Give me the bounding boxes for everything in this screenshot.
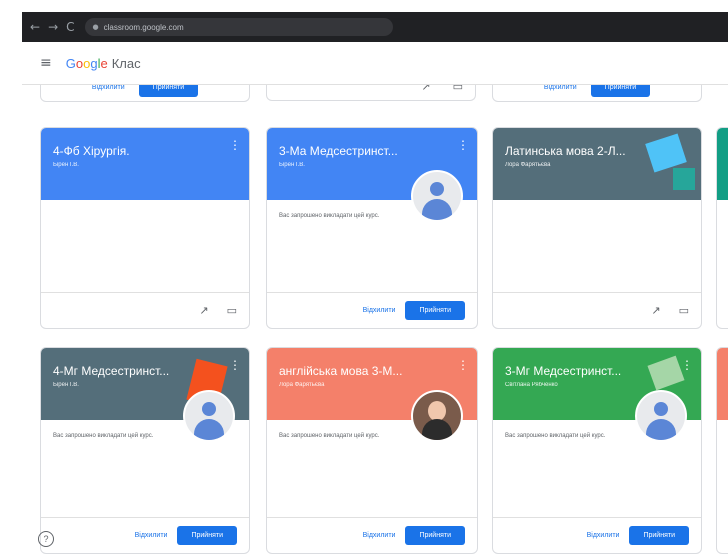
header-illustration bbox=[673, 168, 695, 190]
logo-letter: G bbox=[65, 55, 76, 71]
logo-letter: o bbox=[83, 55, 91, 71]
card-footer: ↗ ▭ bbox=[493, 292, 701, 328]
address-bar[interactable]: ● classroom.google.com bbox=[84, 18, 393, 36]
more-options-icon[interactable]: ⋮ bbox=[229, 358, 241, 372]
card-header bbox=[717, 348, 728, 420]
app-name: Клас bbox=[111, 55, 141, 71]
decline-button[interactable]: Відхилити bbox=[544, 85, 577, 91]
header-illustration bbox=[645, 133, 687, 173]
card-footer: Відхилити Прийняти bbox=[267, 517, 477, 553]
screen-bezel bbox=[0, 0, 22, 557]
class-title[interactable]: Латинська мова 2-Л... bbox=[505, 144, 655, 158]
forward-icon[interactable]: → bbox=[48, 20, 58, 34]
class-card[interactable]: Латинська мова 2-Л... Лора Фарятьєва ↗ ▭ bbox=[492, 127, 702, 329]
more-options-icon[interactable]: ⋮ bbox=[457, 358, 469, 372]
card-header: Латинська мова 2-Л... Лора Фарятьєва bbox=[493, 128, 701, 200]
trend-icon[interactable]: ↗ bbox=[421, 85, 430, 93]
accept-button[interactable]: Прийняти bbox=[177, 526, 237, 545]
class-grid: Відхилити Прийняти ↗ ▭ Відхилити Прийнят… bbox=[22, 85, 728, 557]
decline-button[interactable]: Відхилити bbox=[92, 85, 125, 91]
invite-text: Вас запрошено викладати цей курс. bbox=[53, 433, 154, 439]
class-title[interactable]: англійська мова 3-М... bbox=[279, 364, 429, 378]
class-teacher: Бірен І.В. bbox=[53, 162, 79, 168]
class-card[interactable]: 3-Ма Медсестринст... Бірен І.В. ⋮ Вас за… bbox=[266, 127, 478, 329]
accept-button[interactable]: Прийняти bbox=[405, 526, 465, 545]
card-footer: Відхилити Прийняти bbox=[41, 517, 249, 553]
help-icon[interactable]: ? bbox=[38, 531, 54, 547]
header-illustration bbox=[647, 355, 685, 391]
menu-icon[interactable]: ≡ bbox=[40, 55, 52, 71]
class-title[interactable]: 4-Мг Медсестринст... bbox=[53, 364, 203, 378]
class-teacher: Бірен І.В. bbox=[279, 162, 305, 168]
class-card[interactable]: 3-Мг Медсестринст... Світлана Рябченко ⋮… bbox=[492, 347, 702, 554]
decline-button[interactable]: Відхилити bbox=[363, 307, 396, 314]
url-text: classroom.google.com bbox=[103, 22, 184, 32]
class-title[interactable]: 3-Ма Медсестринст... bbox=[279, 144, 429, 158]
class-teacher: Лора Фарятьєва bbox=[505, 162, 551, 168]
decline-button[interactable]: Відхилити bbox=[587, 532, 620, 539]
class-card[interactable]: англійська мова 3-М... Лора Фарятьєва ⋮ … bbox=[266, 347, 478, 554]
card-footer: Відхилити Прийняти bbox=[267, 292, 477, 328]
class-teacher: Світлана Рябченко bbox=[505, 382, 558, 388]
decline-button[interactable]: Відхилити bbox=[363, 532, 396, 539]
class-teacher: Бірен І.В. bbox=[53, 382, 79, 388]
invite-text: Вас запрошено викладати цей курс. bbox=[279, 213, 380, 219]
more-options-icon[interactable]: ⋮ bbox=[681, 358, 693, 372]
app-logo[interactable]: Google Клас bbox=[66, 56, 141, 71]
class-card-partial[interactable] bbox=[716, 127, 728, 329]
card-header: 4-Фб Хірургія. Бірен І.В. ⋮ bbox=[41, 128, 249, 200]
app-header: ≡ Google Клас bbox=[22, 42, 728, 85]
card-header bbox=[717, 128, 728, 200]
accept-button[interactable]: Прийняти bbox=[405, 301, 465, 320]
more-options-icon[interactable]: ⋮ bbox=[457, 138, 469, 152]
class-teacher: Лора Фарятьєва bbox=[279, 382, 325, 388]
trend-icon[interactable]: ↗ bbox=[199, 304, 208, 317]
class-card[interactable]: 4-Мг Медсестринст... Бірен І.В. ⋮ Вас за… bbox=[40, 347, 250, 554]
invite-text: Вас запрошено викладати цей курс. bbox=[279, 433, 380, 439]
invite-text: Вас запрошено викладати цей курс. bbox=[505, 433, 606, 439]
logo-letter: e bbox=[100, 55, 108, 71]
reload-icon[interactable]: C bbox=[66, 20, 74, 34]
folder-icon[interactable]: ▭ bbox=[453, 85, 463, 93]
folder-icon[interactable]: ▭ bbox=[227, 304, 237, 317]
class-card[interactable]: 4-Фб Хірургія. Бірен І.В. ⋮ ↗ ▭ bbox=[40, 127, 250, 329]
logo-letter: o bbox=[75, 55, 84, 71]
back-icon[interactable]: ← bbox=[30, 20, 40, 34]
folder-icon[interactable]: ▭ bbox=[679, 304, 689, 317]
card-footer: Відхилити Прийняти bbox=[493, 517, 701, 553]
partial-card-footer: ↗ ▭ bbox=[266, 85, 476, 101]
class-title[interactable]: 4-Фб Хірургія. bbox=[53, 144, 203, 158]
class-card-partial[interactable] bbox=[716, 347, 728, 554]
trend-icon[interactable]: ↗ bbox=[651, 304, 660, 317]
class-title[interactable]: 3-Мг Медсестринст... bbox=[505, 364, 655, 378]
partial-card-footer: Відхилити Прийняти bbox=[40, 85, 250, 102]
browser-toolbar: ← → C ● classroom.google.com bbox=[22, 12, 728, 42]
logo-letter: g bbox=[90, 55, 98, 71]
lock-icon: ● bbox=[92, 23, 99, 31]
card-footer: ↗ ▭ bbox=[41, 292, 249, 328]
accept-button[interactable]: Прийняти bbox=[138, 85, 199, 97]
decline-button[interactable]: Відхилити bbox=[135, 532, 168, 539]
more-options-icon[interactable]: ⋮ bbox=[229, 138, 241, 152]
partial-card-footer: Відхилити Прийняти bbox=[492, 85, 702, 102]
accept-button[interactable]: Прийняти bbox=[629, 526, 689, 545]
accept-button[interactable]: Прийняти bbox=[590, 85, 651, 97]
